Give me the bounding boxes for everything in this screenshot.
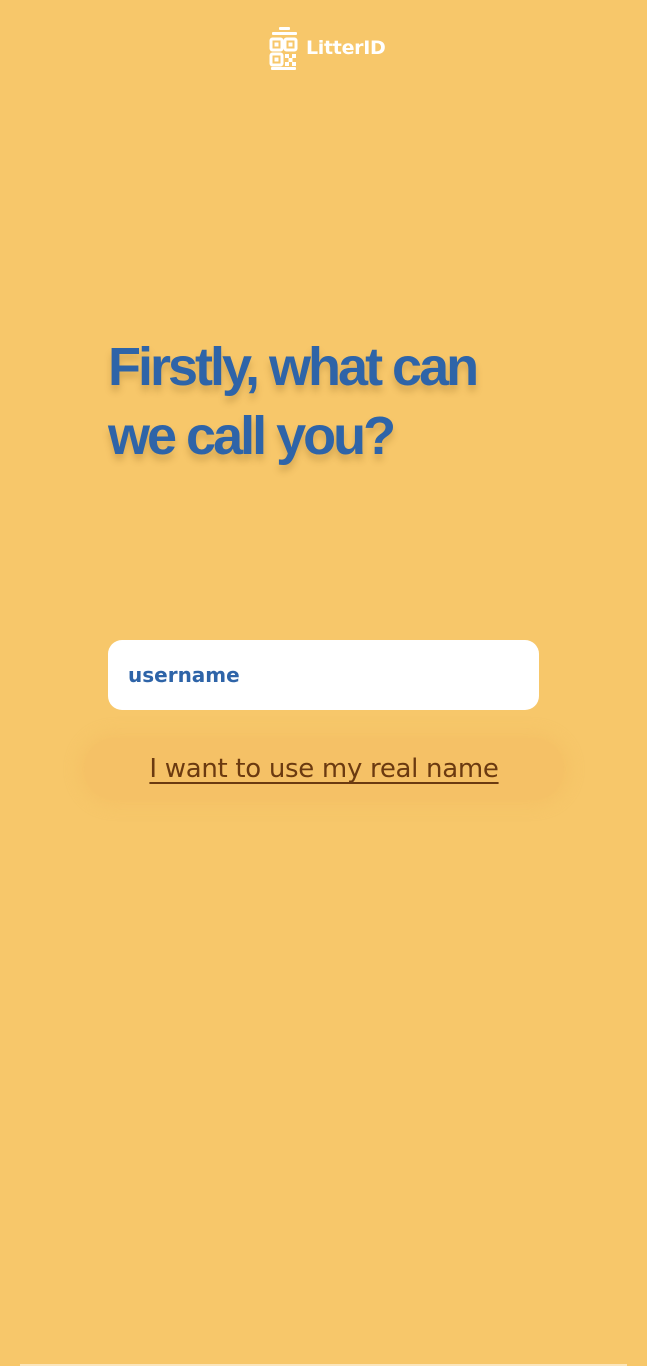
username-input[interactable] [108,640,539,710]
brand-name: LitterID [306,36,386,59]
brand-header: LitterID [269,27,386,72]
username-field-container [108,640,539,710]
qr-bin-icon [269,27,298,70]
page-title: Firstly, what can we call you? [108,337,479,466]
use-real-name-button[interactable]: I want to use my real name [84,738,564,800]
